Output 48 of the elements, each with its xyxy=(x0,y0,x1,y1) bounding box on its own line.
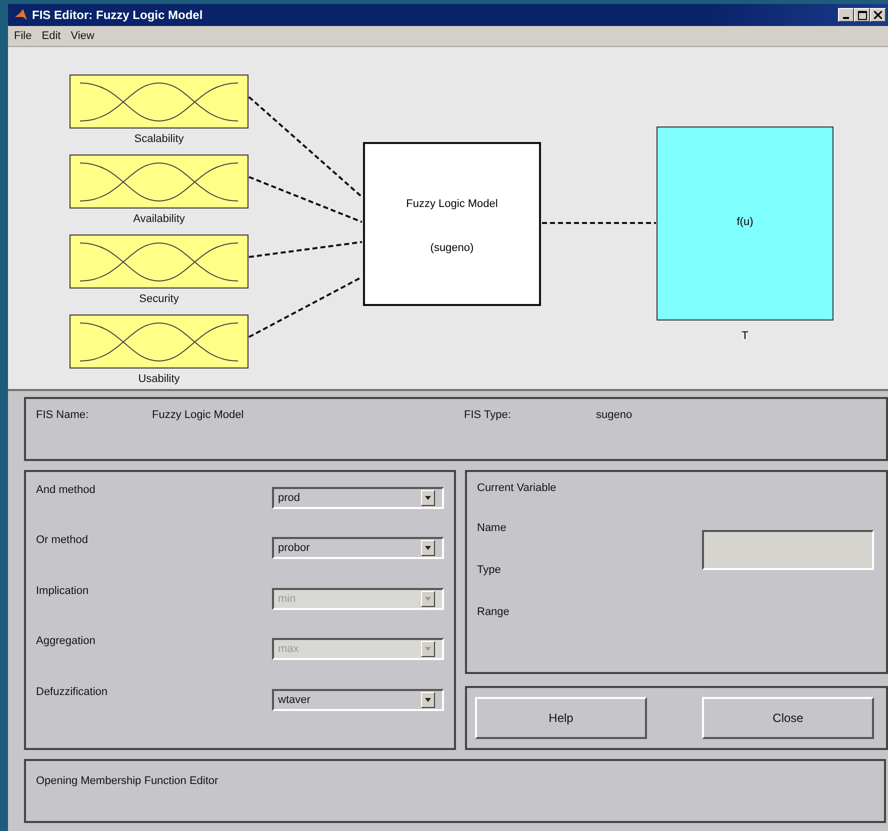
output-function: f(u) xyxy=(736,216,754,228)
field-label: Type xyxy=(477,564,502,576)
dropdown-arrow-icon xyxy=(425,496,431,500)
help-button[interactable]: Help xyxy=(475,697,647,739)
field-label: Name xyxy=(477,522,508,534)
method-dropdown[interactable]: wtaver xyxy=(272,688,444,711)
method-label: Aggregation xyxy=(36,635,96,648)
method-label: Defuzzification xyxy=(36,686,108,698)
window-title: FIS Editor: Fuzzy Logic Model xyxy=(32,8,204,22)
input-label: Security xyxy=(139,293,179,305)
menu-item[interactable]: Edit xyxy=(42,30,61,42)
maximize-button[interactable] xyxy=(854,8,870,22)
method-dropdown[interactable]: prod xyxy=(272,487,444,509)
input-variable-box[interactable] xyxy=(70,234,248,288)
maximize-icon xyxy=(858,10,866,20)
input-label: Scalability xyxy=(134,133,184,145)
fis-name-label: FIS Name: xyxy=(36,409,90,423)
output-box[interactable] xyxy=(656,126,834,320)
fis-name-value: Fuzzy Logic Model xyxy=(152,409,245,423)
input-label: Usability xyxy=(138,373,180,385)
method-dropdown[interactable]: probor xyxy=(272,537,444,560)
input-variable-box[interactable] xyxy=(70,314,248,368)
method-label: Implication xyxy=(36,584,89,597)
close-button[interactable] xyxy=(870,8,886,22)
dropdown-arrow-icon xyxy=(425,647,431,652)
output-label: T xyxy=(742,330,748,342)
close-button[interactable]: Close xyxy=(702,697,874,739)
menu-item[interactable]: View xyxy=(70,30,94,42)
fis-type-label: FIS Type: xyxy=(464,409,512,423)
system-box[interactable] xyxy=(363,142,541,306)
panel-title: Current Variable xyxy=(477,482,558,494)
close-icon xyxy=(874,11,882,19)
system-type: (sugeno) xyxy=(430,242,474,254)
app-logo-icon xyxy=(14,8,28,22)
status-text: Opening Membership Function Editor xyxy=(36,775,218,787)
method-label: And method xyxy=(36,484,96,496)
minimize-button[interactable] xyxy=(838,8,854,22)
input-variable-box[interactable] xyxy=(70,74,248,128)
method-label: Or method xyxy=(36,534,88,546)
menu-item[interactable]: File xyxy=(14,30,32,42)
dropdown-arrow-icon xyxy=(425,596,431,601)
dropdown-arrow-icon xyxy=(425,546,431,550)
field-label: Range xyxy=(477,606,510,618)
input-label: Availability xyxy=(133,213,185,225)
fis-type-value: sugeno xyxy=(596,409,634,423)
input-variable-box[interactable] xyxy=(70,154,248,208)
dropdown-arrow-icon xyxy=(425,698,431,702)
system-name: Fuzzy Logic Model xyxy=(406,198,498,210)
